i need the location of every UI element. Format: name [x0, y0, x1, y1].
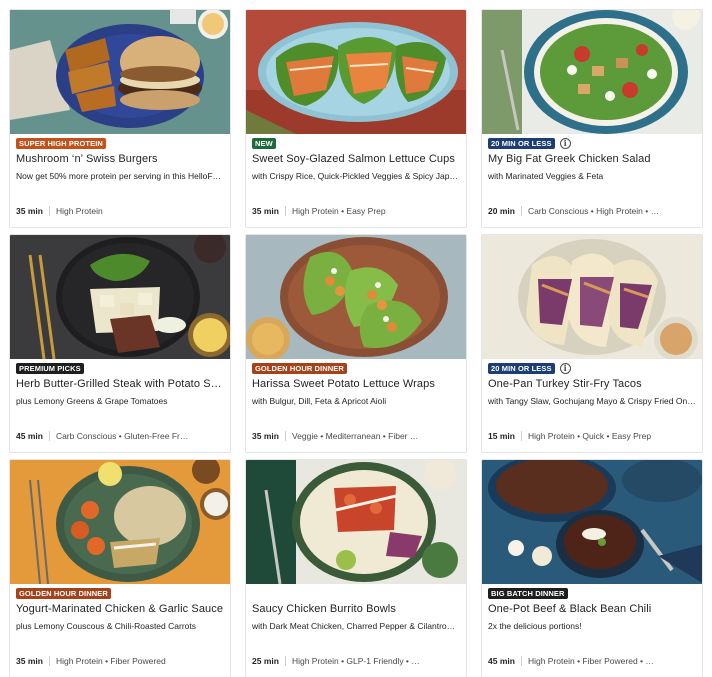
recipe-badge: SUPER HIGH PROTEIN: [16, 137, 106, 149]
recipe-card[interactable]: GOLDEN HOUR DINNER Harissa Sweet Potato …: [245, 234, 467, 453]
recipe-footer: 35 min High Protein • Fiber Powered: [16, 654, 224, 668]
tacos-photo: [482, 235, 702, 359]
recipe-subtitle: plus Lemony Couscous & Chili-Roasted Car…: [16, 621, 196, 631]
burrito-bowl-photo: [246, 460, 466, 584]
cook-time: 20 min: [488, 206, 515, 216]
recipe-badge: 20 MIN OR LESS: [488, 362, 555, 374]
recipe-card[interactable]: BIG BATCH DINNER One-Pot Beef & Black Be…: [481, 459, 703, 677]
cook-time: 15 min: [488, 431, 515, 441]
recipe-tags: Carb Conscious • High Protein • …: [527, 206, 660, 216]
divider: [48, 431, 50, 441]
recipe-tags: High Protein • Quick • Easy Prep: [527, 431, 652, 441]
lettuce-wraps-photo: [246, 235, 466, 359]
steak-photo: [10, 235, 230, 359]
recipe-footer: 35 min High Protein • Easy Prep: [252, 204, 460, 218]
recipe-tags: High Protein: [55, 206, 103, 216]
recipe-tags: High Protein • GLP-1 Friendly • …: [291, 656, 420, 666]
recipe-footer: 20 min Carb Conscious • High Protein • …: [488, 204, 696, 218]
recipe-card[interactable]: NEW Sweet Soy-Glazed Salmon Lettuce Cups…: [245, 9, 467, 228]
recipe-card[interactable]: 20 MIN OR LESS i One-Pan Turkey Stir-Fry…: [481, 234, 703, 453]
recipe-title[interactable]: Saucy Chicken Burrito Bowls: [252, 603, 460, 615]
divider: [520, 206, 522, 216]
recipe-footer: 15 min High Protein • Quick • Easy Prep: [488, 429, 696, 443]
recipe-subtitle: with Dark Meat Chicken, Charred Pepper &…: [252, 621, 456, 631]
recipe-tags: High Protein • Easy Prep: [291, 206, 386, 216]
recipe-card[interactable]: Saucy Chicken Burrito Bowls with Dark Me…: [245, 459, 467, 677]
recipe-badge: NEW: [252, 137, 276, 149]
recipe-subtitle: with Bulgur, Dill, Feta & Apricot Aioli: [252, 396, 387, 406]
recipe-badge: GOLDEN HOUR DINNER: [252, 362, 347, 374]
recipe-title[interactable]: My Big Fat Greek Chicken Salad: [488, 153, 696, 165]
cook-time: 35 min: [16, 656, 43, 666]
recipe-subtitle: 2x the delicious portions!: [488, 621, 582, 631]
burger-photo: [10, 10, 230, 134]
cook-time: 35 min: [16, 206, 43, 216]
recipe-badge: 20 MIN OR LESS: [488, 137, 555, 149]
recipe-tags: Veggie • Mediterranean • Fiber …: [291, 431, 419, 441]
recipe-footer: 25 min High Protein • GLP-1 Friendly • …: [252, 654, 460, 668]
recipe-subtitle: Now get 50% more protein per serving in …: [16, 171, 222, 181]
recipe-title[interactable]: Sweet Soy-Glazed Salmon Lettuce Cups: [252, 153, 460, 165]
info-icon[interactable]: i: [559, 362, 571, 374]
recipe-title[interactable]: One-Pan Turkey Stir-Fry Tacos: [488, 378, 696, 390]
recipe-card[interactable]: GOLDEN HOUR DINNER Yogurt-Marinated Chic…: [9, 459, 231, 677]
divider: [284, 431, 286, 441]
recipe-footer: 45 min Carb Conscious • Gluten-Free Fr…: [16, 429, 224, 443]
yogurt-chicken-photo: [10, 460, 230, 584]
cook-time: 25 min: [252, 656, 279, 666]
divider: [520, 431, 522, 441]
salmon-lettuce-photo: [246, 10, 466, 134]
divider: [284, 206, 286, 216]
recipe-subtitle: with Marinated Veggies & Feta: [488, 171, 604, 181]
recipe-footer: 35 min Veggie • Mediterranean • Fiber …: [252, 429, 460, 443]
recipe-title[interactable]: One-Pot Beef & Black Bean Chili: [488, 603, 696, 615]
recipe-subtitle: with Crispy Rice, Quick-Pickled Veggies …: [252, 171, 458, 181]
info-icon[interactable]: i: [559, 137, 571, 149]
recipe-footer: 45 min High Protein • Fiber Powered • …: [488, 654, 696, 668]
recipe-badge: PREMIUM PICKS: [16, 362, 84, 374]
recipe-title[interactable]: Harissa Sweet Potato Lettuce Wraps: [252, 378, 460, 390]
recipe-tags: Carb Conscious • Gluten-Free Fr…: [55, 431, 189, 441]
recipe-card[interactable]: 20 MIN OR LESS i My Big Fat Greek Chicke…: [481, 9, 703, 228]
recipe-subtitle: with Tangy Slaw, Gochujang Mayo & Crispy…: [488, 396, 696, 406]
divider: [48, 206, 50, 216]
chili-photo: [482, 460, 702, 584]
recipe-title[interactable]: Yogurt-Marinated Chicken & Garlic Sauce: [16, 603, 224, 615]
recipe-tags: High Protein • Fiber Powered • …: [527, 656, 654, 666]
cook-time: 45 min: [488, 656, 515, 666]
greek-salad-photo: [482, 10, 702, 134]
recipe-badge: GOLDEN HOUR DINNER: [16, 587, 111, 599]
cook-time: 35 min: [252, 206, 279, 216]
recipe-title[interactable]: Mushroom ‘n’ Swiss Burgers: [16, 153, 224, 165]
recipe-badge: BIG BATCH DINNER: [488, 587, 568, 599]
cook-time: 35 min: [252, 431, 279, 441]
recipe-footer: 35 min High Protein: [16, 204, 224, 218]
recipe-card[interactable]: SUPER HIGH PROTEIN Mushroom ‘n’ Swiss Bu…: [9, 9, 231, 228]
recipe-card[interactable]: PREMIUM PICKS Herb Butter-Grilled Steak …: [9, 234, 231, 453]
cook-time: 45 min: [16, 431, 43, 441]
divider: [48, 656, 50, 666]
divider: [520, 656, 522, 666]
recipe-subtitle: plus Lemony Greens & Grape Tomatoes: [16, 396, 168, 406]
recipe-tags: High Protein • Fiber Powered: [55, 656, 166, 666]
divider: [284, 656, 286, 666]
recipe-title[interactable]: Herb Butter-Grilled Steak with Potato S…: [16, 378, 224, 390]
